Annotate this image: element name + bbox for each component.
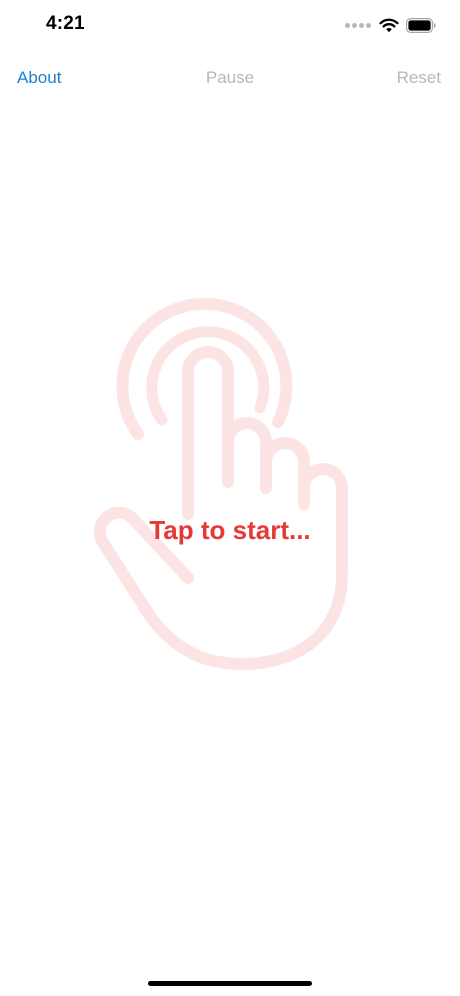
status-icons <box>345 15 436 35</box>
battery-icon <box>406 17 436 33</box>
cellular-signal-icon <box>345 22 371 28</box>
status-bar: 4:21 <box>0 0 460 50</box>
pause-button[interactable]: Pause <box>206 68 254 87</box>
nav-bar: About Pause Reset <box>0 62 460 94</box>
wifi-icon <box>379 18 399 33</box>
pause-button-wrapper: Pause <box>0 68 460 88</box>
reset-button[interactable]: Reset <box>397 68 441 88</box>
home-indicator[interactable] <box>148 981 312 986</box>
status-time: 4:21 <box>46 13 85 34</box>
about-button[interactable]: About <box>17 68 61 88</box>
tap-hand-icon <box>93 297 348 670</box>
